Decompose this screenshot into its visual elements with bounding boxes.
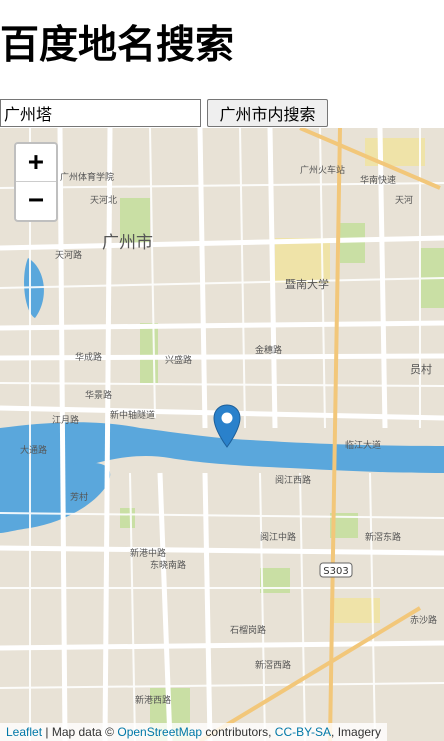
search-input[interactable]	[0, 99, 201, 127]
place-label: 天河北	[90, 194, 117, 206]
page-title: 百度地名搜索	[0, 23, 235, 68]
place-label: 新滘西路	[255, 659, 291, 671]
place-label: 华景路	[85, 389, 112, 401]
place-label: 新滘东路	[365, 531, 401, 543]
place-label: 新中轴隧道	[110, 409, 155, 421]
leaflet-link[interactable]: Leaflet	[6, 725, 42, 739]
place-label: 赤沙路	[410, 614, 437, 626]
place-label: 江月路	[52, 414, 79, 426]
place-label: 阅江中路	[260, 531, 296, 543]
attribution-text: contributors,	[202, 725, 275, 739]
map[interactable]: S303 广州市 广州体育学院 天河北 天河路 广州火车站 天河 暨南大学 员村…	[0, 128, 444, 741]
place-label: 天河	[395, 194, 413, 206]
place-label: 阅江西路	[275, 474, 311, 486]
place-label: 新港西路	[135, 694, 171, 706]
place-label: 临江大道	[345, 439, 381, 451]
search-button[interactable]: 广州市内搜索	[207, 99, 328, 127]
map-attribution: Leaflet | Map data © OpenStreetMap contr…	[0, 723, 388, 741]
osm-link[interactable]: OpenStreetMap	[117, 725, 202, 739]
zoom-out-button[interactable]: −	[16, 182, 56, 219]
place-label: 暨南大学	[285, 277, 329, 291]
city-label: 广州市	[102, 233, 153, 253]
road-shield: S303	[323, 566, 348, 577]
place-label: 华成路	[75, 351, 102, 363]
attribution-text: , Imagery	[331, 725, 382, 739]
place-label: 大通路	[20, 444, 47, 456]
place-label: 广州火车站	[300, 164, 345, 176]
place-label: 石榴岗路	[230, 624, 266, 636]
place-label: 广州体育学院	[60, 171, 114, 183]
place-label: 天河路	[55, 249, 82, 261]
place-label: 芳村	[70, 491, 88, 503]
zoom-in-button[interactable]: +	[16, 144, 56, 182]
place-label: 兴盛路	[165, 354, 192, 366]
place-label: 东晓南路	[150, 559, 186, 571]
place-label: 新港中路	[130, 547, 166, 559]
location-marker-icon[interactable]	[212, 404, 242, 448]
place-label: 华南快速	[360, 174, 396, 186]
zoom-control: + −	[14, 142, 58, 222]
license-link[interactable]: CC-BY-SA	[275, 725, 331, 739]
place-label: 员村	[410, 362, 432, 376]
attribution-text: | Map data ©	[42, 725, 118, 739]
place-label: 金穗路	[255, 344, 282, 356]
